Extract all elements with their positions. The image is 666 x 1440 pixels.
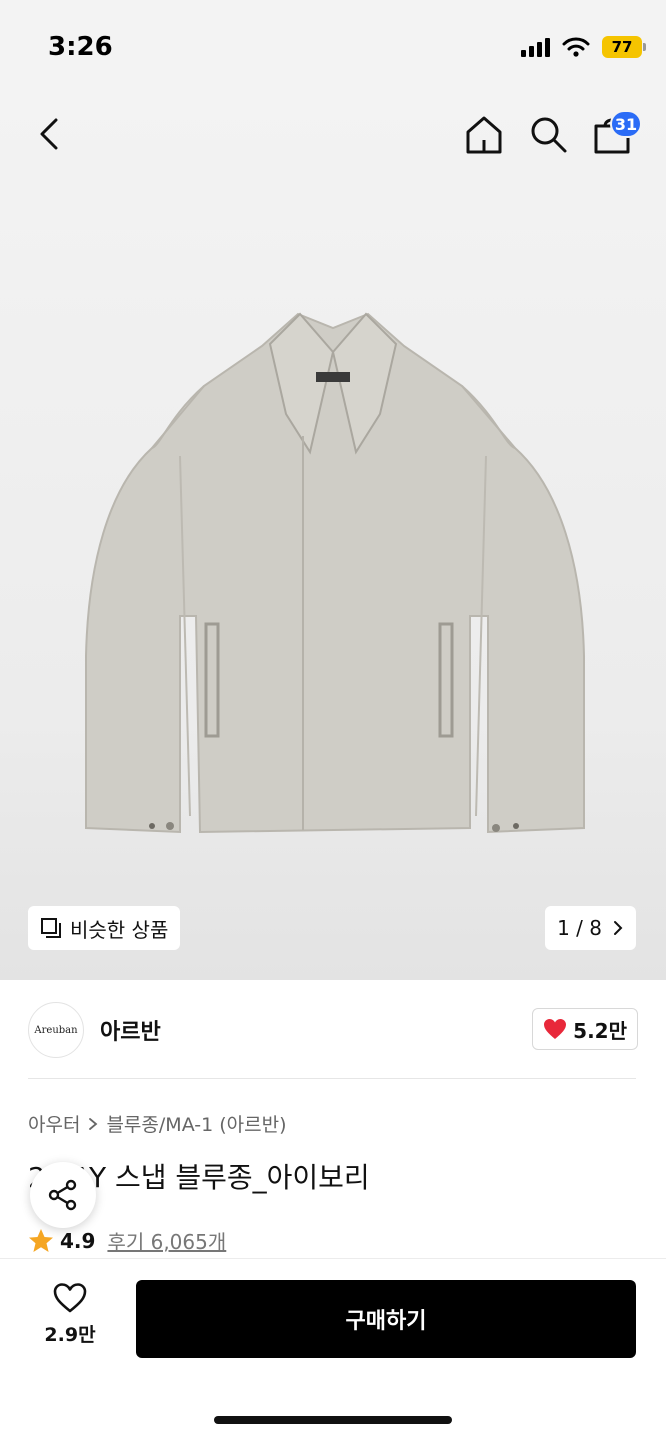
jacket-image	[85, 312, 585, 834]
chevron-right-icon	[614, 921, 623, 935]
product-image[interactable]	[0, 96, 666, 980]
heart-filled-icon	[544, 1019, 567, 1039]
status-time: 3:26	[48, 32, 113, 62]
brand-like-button[interactable]: 5.2만	[532, 1008, 638, 1050]
breadcrumb-subcategory[interactable]: 블루종/MA-1 (아르반)	[106, 1110, 286, 1137]
similar-products-button[interactable]: 비슷한 상품	[28, 906, 181, 950]
similar-icon	[41, 918, 61, 938]
share-icon	[48, 1179, 77, 1211]
heart-outline-icon	[53, 1283, 87, 1313]
divider	[28, 1078, 636, 1079]
breadcrumb: 아우터 블루종/MA-1 (아르반)	[28, 1110, 287, 1137]
image-counter-label: 1 / 8	[557, 916, 602, 940]
status-bar: 3:26 77	[0, 0, 666, 96]
star-icon	[29, 1228, 53, 1252]
wifi-icon	[562, 37, 590, 57]
brand-name: 아르반	[100, 1020, 161, 1045]
home-icon[interactable]	[462, 112, 506, 156]
battery-icon: 77	[602, 36, 646, 58]
search-icon[interactable]	[526, 112, 570, 156]
rating-row: 4.9 후기 6,065개	[28, 1226, 226, 1255]
review-count-link[interactable]: 후기 6,065개	[107, 1226, 226, 1255]
similar-products-label: 비슷한 상품	[70, 917, 169, 942]
image-counter[interactable]: 1 / 8	[545, 906, 636, 950]
cart-count-badge: 31	[610, 110, 642, 138]
buy-button[interactable]: 구매하기	[136, 1280, 636, 1358]
signal-icon	[521, 37, 550, 57]
back-icon[interactable]	[30, 112, 74, 156]
brand-logo: Areuban	[28, 1002, 84, 1058]
rating-value: 4.9	[60, 1228, 96, 1253]
home-indicator	[214, 1416, 452, 1424]
wishlist-button[interactable]: 2.9만	[30, 1282, 110, 1354]
wishlist-count: 2.9만	[44, 1324, 96, 1346]
breadcrumb-category[interactable]: 아우터	[28, 1110, 80, 1137]
status-icons: 77	[521, 36, 646, 58]
brand-like-count: 5.2만	[573, 1018, 627, 1043]
brand-row[interactable]: Areuban 아르반 5.2만	[28, 1000, 638, 1060]
chevron-right-icon	[89, 1117, 98, 1130]
share-button[interactable]	[30, 1162, 96, 1228]
